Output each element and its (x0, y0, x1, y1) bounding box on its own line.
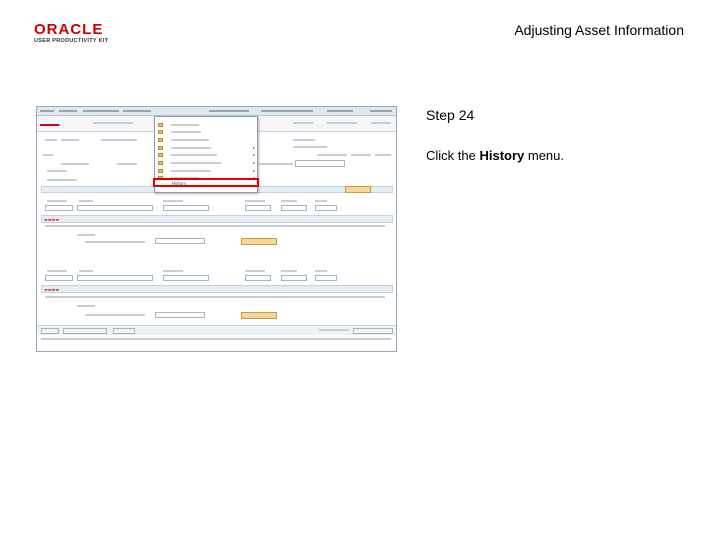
slide-title: Adjusting Asset Information (514, 22, 684, 38)
folder-icon (158, 153, 163, 157)
submenu-arrow-icon: ▸ (252, 168, 255, 173)
app-footer-links (37, 336, 396, 342)
submenu-arrow-icon: ▸ (252, 145, 255, 150)
folder-icon (158, 161, 163, 165)
menu-item[interactable]: ▸ (158, 152, 256, 158)
step-number: Step 24 (426, 107, 475, 123)
app-logo: ▬▬▬ (40, 121, 60, 128)
submenu-arrow-icon: ▸ (252, 152, 255, 157)
chartfields-band-2: ▬▬▬▬ (41, 285, 393, 293)
logo-subtitle: USER PRODUCTIVITY KIT (34, 38, 109, 44)
menu-item[interactable] (158, 129, 256, 135)
chartfields-band-1: ▬▬▬▬ (41, 215, 393, 223)
apply-button-2[interactable] (241, 312, 277, 319)
oracle-logo: ORACLE USER PRODUCTIVITY KIT (34, 22, 124, 46)
folder-icon (158, 138, 163, 142)
instruction-before: Click the (426, 148, 480, 163)
logo-word: ORACLE (34, 21, 104, 38)
folder-icon (158, 123, 163, 127)
menu-item[interactable] (158, 137, 256, 143)
return-button[interactable] (63, 328, 107, 334)
notify-button[interactable] (113, 328, 135, 334)
app-menu-bar[interactable] (37, 107, 396, 116)
history-menu-highlight[interactable]: History (153, 178, 259, 187)
refresh-button[interactable] (353, 328, 393, 334)
save-button[interactable] (41, 328, 59, 334)
menu-item[interactable]: ▸ (158, 160, 256, 166)
history-menu-label: History (172, 181, 187, 186)
menu-item[interactable] (158, 122, 256, 128)
folder-icon (158, 146, 163, 150)
folder-icon (158, 169, 163, 173)
folder-icon (158, 130, 163, 134)
menu-item[interactable]: ▸ (158, 145, 256, 151)
apply-button-top[interactable] (345, 186, 371, 193)
instruction-text: Click the History menu. (426, 148, 564, 163)
application-screenshot: ▬▬▬ ▬▬▬▬ ▬▬▬▬ ▸ ▸ ▸ ▸ ▸ History (36, 106, 397, 352)
menu-item[interactable]: ▸ (158, 168, 256, 174)
instruction-after: menu. (524, 148, 565, 163)
app-toolbar (37, 325, 396, 335)
apply-button-1[interactable] (241, 238, 277, 245)
submenu-arrow-icon: ▸ (252, 160, 255, 165)
instruction-target: History (479, 148, 525, 163)
